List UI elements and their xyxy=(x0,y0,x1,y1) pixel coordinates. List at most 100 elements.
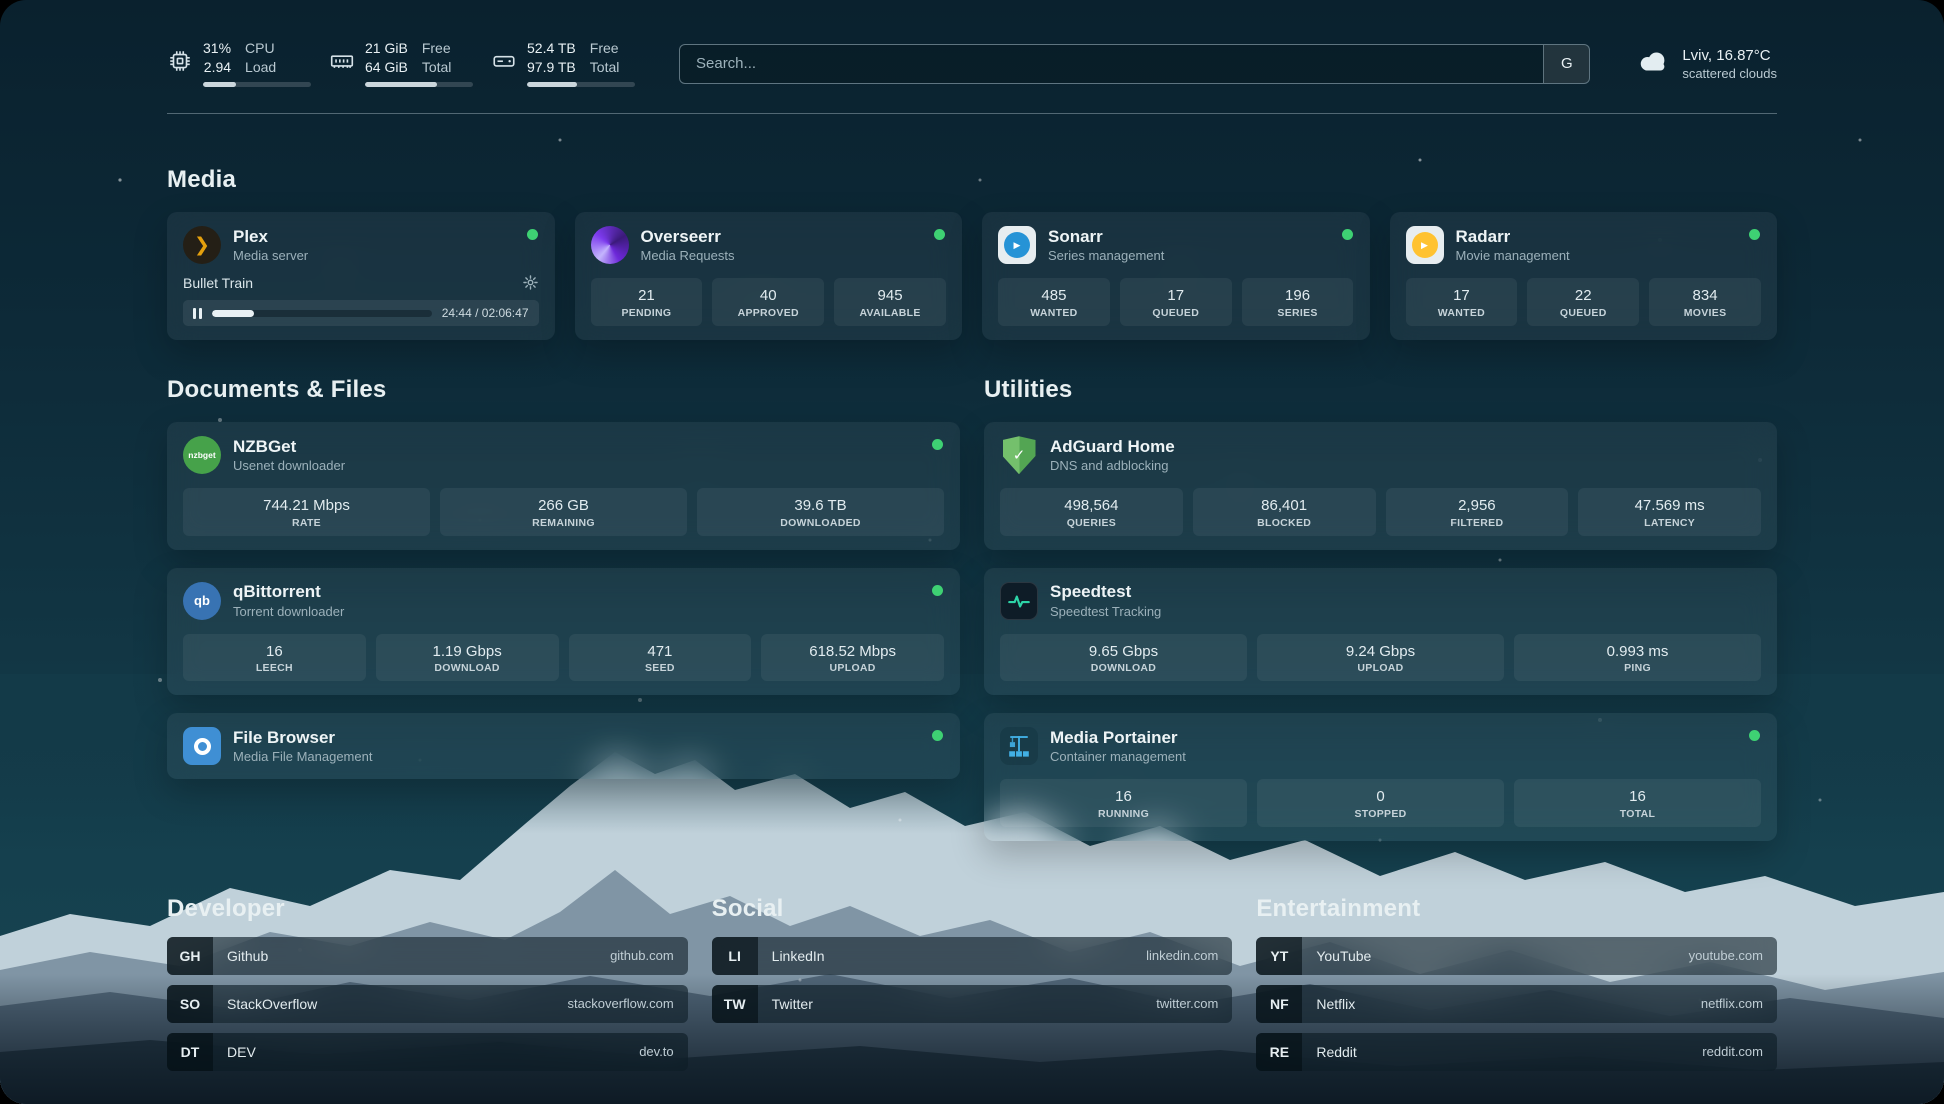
bookmark-url: dev.to xyxy=(639,1044,687,1059)
stat-value: 22 xyxy=(1531,286,1635,306)
stat-value: 9.65 Gbps xyxy=(1004,642,1243,662)
service-subtitle: Media File Management xyxy=(233,749,372,764)
cpu-percent-value: 31% xyxy=(203,40,231,56)
stat-value: 16 xyxy=(187,642,362,662)
bookmark-twitter[interactable]: TW Twitter twitter.com xyxy=(712,985,1233,1023)
stat-box: 17 WANTED xyxy=(1406,278,1518,326)
stat-box: 40 APPROVED xyxy=(712,278,824,326)
cpu-progress-bar xyxy=(203,82,311,87)
stat-box: 0.993 ms PING xyxy=(1514,634,1761,682)
playback-time: 24:44 / 02:06:47 xyxy=(442,306,529,320)
pause-icon[interactable] xyxy=(193,308,202,319)
stat-label: SEED xyxy=(573,662,748,674)
stat-box: 266 GB REMAINING xyxy=(440,488,687,536)
bookmark-reddit[interactable]: RE Reddit reddit.com xyxy=(1256,1033,1777,1071)
status-online-dot xyxy=(932,585,943,596)
stat-box: 22 QUEUED xyxy=(1527,278,1639,326)
service-subtitle: Usenet downloader xyxy=(233,458,345,473)
stat-value: 744.21 Mbps xyxy=(187,496,426,516)
stat-box: 16 TOTAL xyxy=(1514,779,1761,827)
bookmark-url: reddit.com xyxy=(1702,1044,1777,1059)
section-utilities: Utilities ✓ AdGuard Home DNS and adblock… xyxy=(984,340,1777,841)
service-title: qBittorrent xyxy=(233,582,344,602)
bookmark-name: StackOverflow xyxy=(213,996,317,1012)
now-playing-title: Bullet Train xyxy=(183,275,253,291)
stat-label: MOVIES xyxy=(1653,307,1757,319)
stat-label: LEECH xyxy=(187,662,362,674)
service-card-plex[interactable]: ❯ Plex Media server Bullet Train xyxy=(167,212,555,340)
bookmark-abbr: SO xyxy=(167,985,213,1023)
service-subtitle: Media server xyxy=(233,248,308,263)
bookmark-dev[interactable]: DT DEV dev.to xyxy=(167,1033,688,1071)
service-card-portainer[interactable]: Media Portainer Container management 16 … xyxy=(984,713,1777,841)
section-documents: Documents & Files nzbget NZBGet Usenet d… xyxy=(167,340,960,779)
bookmark-stackoverflow[interactable]: SO StackOverflow stackoverflow.com xyxy=(167,985,688,1023)
memory-total-value: 64 GiB xyxy=(365,59,408,75)
service-card-sonarr[interactable]: ▶ Sonarr Series management 485 WANTED 17… xyxy=(982,212,1370,340)
stat-label: RATE xyxy=(187,517,426,529)
bookmark-url: youtube.com xyxy=(1689,948,1777,963)
gear-icon[interactable] xyxy=(522,274,539,291)
bookmark-youtube[interactable]: YT YouTube youtube.com xyxy=(1256,937,1777,975)
service-subtitle: Container management xyxy=(1050,749,1186,764)
service-title: Media Portainer xyxy=(1050,728,1186,748)
cpu-load-label: Load xyxy=(245,59,276,75)
stat-value: 17 xyxy=(1124,286,1228,306)
service-subtitle: Speedtest Tracking xyxy=(1050,604,1161,619)
bookmark-group-entertainment: Entertainment YT YouTube youtube.com NF … xyxy=(1256,895,1777,1071)
stat-value: 471 xyxy=(573,642,748,662)
stat-box: 21 PENDING xyxy=(591,278,703,326)
service-card-adguard[interactable]: ✓ AdGuard Home DNS and adblocking 498,56… xyxy=(984,422,1777,550)
cpu-label: CPU xyxy=(245,40,276,56)
stat-value: 266 GB xyxy=(444,496,683,516)
stat-value: 47.569 ms xyxy=(1582,496,1757,516)
bookmark-name: Netflix xyxy=(1302,996,1355,1012)
search-provider-button[interactable]: G xyxy=(1543,45,1589,83)
service-card-overseerr[interactable]: Overseerr Media Requests 21 PENDING 40 A… xyxy=(575,212,963,340)
playback-bar: 24:44 / 02:06:47 xyxy=(183,300,539,326)
bookmark-abbr: TW xyxy=(712,985,758,1023)
playback-progress-track[interactable] xyxy=(212,310,432,317)
bookmark-url: twitter.com xyxy=(1156,996,1232,1011)
stat-box: 1.19 Gbps DOWNLOAD xyxy=(376,634,559,682)
stat-box: 744.21 Mbps RATE xyxy=(183,488,430,536)
service-title: NZBGet xyxy=(233,437,345,457)
stat-label: QUEUED xyxy=(1124,307,1228,319)
bookmark-name: DEV xyxy=(213,1044,256,1060)
status-online-dot xyxy=(1749,229,1760,240)
bookmark-netflix[interactable]: NF Netflix netflix.com xyxy=(1256,985,1777,1023)
stat-label: QUERIES xyxy=(1004,517,1179,529)
service-card-qbittorrent[interactable]: qb qBittorrent Torrent downloader 16 LEE… xyxy=(167,568,960,696)
stat-box: 834 MOVIES xyxy=(1649,278,1761,326)
cloud-icon xyxy=(1634,48,1670,80)
stat-value: 945 xyxy=(838,286,942,306)
media-grid: ❯ Plex Media server Bullet Train xyxy=(167,212,1777,340)
bookmark-abbr: NF xyxy=(1256,985,1302,1023)
memory-total-label: Total xyxy=(422,59,452,75)
bookmark-linkedin[interactable]: LI LinkedIn linkedin.com xyxy=(712,937,1233,975)
search-bar[interactable]: G xyxy=(679,44,1590,84)
filebrowser-icon xyxy=(183,727,221,765)
stat-value: 485 xyxy=(1002,286,1106,306)
service-card-speedtest[interactable]: Speedtest Speedtest Tracking 9.65 Gbps D… xyxy=(984,568,1777,696)
service-card-nzbget[interactable]: nzbget NZBGet Usenet downloader 744.21 M… xyxy=(167,422,960,550)
bookmark-github[interactable]: GH Github github.com xyxy=(167,937,688,975)
speedtest-icon xyxy=(1000,582,1038,620)
bookmark-name: Github xyxy=(213,948,268,964)
disk-free-value: 52.4 TB xyxy=(527,40,576,56)
bookmark-name: Reddit xyxy=(1302,1044,1356,1060)
service-subtitle: Movie management xyxy=(1456,248,1570,263)
dashboard-window: 31% 2.94 CPU Load xyxy=(0,0,1944,1104)
search-input[interactable] xyxy=(680,45,1543,83)
bookmark-name: Twitter xyxy=(758,996,813,1012)
stat-value: 618.52 Mbps xyxy=(765,642,940,662)
stat-value: 834 xyxy=(1653,286,1757,306)
bookmark-abbr: RE xyxy=(1256,1033,1302,1071)
service-card-filebrowser[interactable]: File Browser Media File Management xyxy=(167,713,960,779)
stat-value: 16 xyxy=(1518,787,1757,807)
service-card-radarr[interactable]: ▶ Radarr Movie management 17 WANTED 22 Q… xyxy=(1390,212,1778,340)
stat-value: 21 xyxy=(595,286,699,306)
status-online-dot xyxy=(932,730,943,741)
service-title: Radarr xyxy=(1456,227,1570,247)
adguard-icon: ✓ xyxy=(1000,436,1038,474)
